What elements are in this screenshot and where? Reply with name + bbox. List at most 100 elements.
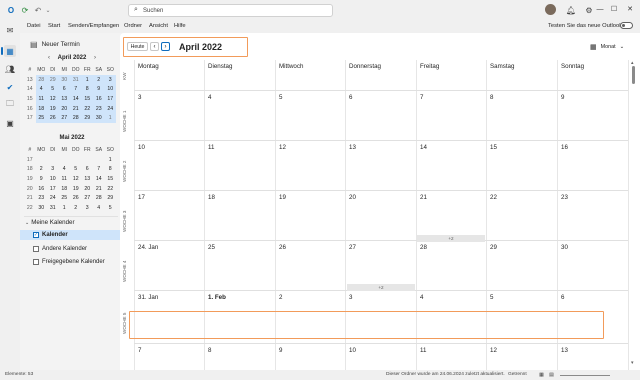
calendar-day[interactable]: 30 xyxy=(561,244,568,251)
mini-day[interactable]: 7 xyxy=(70,84,82,95)
mini-day[interactable]: 20 xyxy=(82,184,94,194)
mini-day[interactable]: 24 xyxy=(104,103,116,114)
mini-day[interactable]: 5 xyxy=(47,84,59,95)
mini-day[interactable]: 1 xyxy=(104,113,116,124)
more-events-indicator[interactable]: +2 xyxy=(347,284,415,291)
checkbox-checked-icon[interactable]: ✓ xyxy=(33,232,39,238)
mini-day[interactable]: 29 xyxy=(47,74,59,85)
calendar-day[interactable]: 12 xyxy=(279,144,286,151)
tasks-icon[interactable]: ✔ xyxy=(4,81,16,93)
chevron-down-icon[interactable]: ⌄ xyxy=(42,4,54,16)
mini-day[interactable]: 6 xyxy=(82,164,94,174)
mini-day[interactable]: 10 xyxy=(104,84,116,95)
mini-day[interactable]: 31 xyxy=(70,74,82,85)
maximize-icon[interactable]: ☐ xyxy=(608,3,620,15)
bell-icon[interactable]: 🔔︎ xyxy=(565,4,577,16)
calendar-day[interactable]: 4 xyxy=(208,94,211,101)
mini-day[interactable]: 17 xyxy=(104,94,116,104)
mini-day[interactable]: 28 xyxy=(70,113,82,124)
mini-day[interactable]: 7 xyxy=(93,164,105,174)
people-icon[interactable]: 👥︎ xyxy=(4,63,16,75)
calendar-day[interactable]: 28 xyxy=(420,244,427,251)
mini-day[interactable]: 3 xyxy=(104,74,116,85)
mini-day[interactable]: 10 xyxy=(47,174,59,184)
checkbox-icon[interactable] xyxy=(33,259,39,265)
calendar-day[interactable]: 6 xyxy=(349,94,352,101)
calendar-day[interactable]: 8 xyxy=(490,94,493,101)
mini-day[interactable]: 28 xyxy=(93,193,105,203)
mini-day[interactable]: 5 xyxy=(70,164,82,174)
mini-day[interactable]: 26 xyxy=(47,113,59,124)
mini-day[interactable]: 30 xyxy=(36,203,48,213)
calendar-day[interactable]: 24. Jan xyxy=(138,244,158,251)
new-event-button[interactable]: ▤ Neuer Termin xyxy=(30,39,80,49)
calendar-day[interactable]: 5 xyxy=(279,94,282,101)
mini-day[interactable]: 5 xyxy=(105,203,117,213)
mini-day[interactable]: 22 xyxy=(105,184,117,194)
mini-day[interactable]: 11 xyxy=(35,94,47,104)
calendar-day[interactable]: 4 xyxy=(420,294,423,301)
calendar-day[interactable]: 29 xyxy=(490,244,497,251)
reading-view-icon[interactable]: ▤ xyxy=(548,371,555,378)
calendar-day[interactable]: 26 xyxy=(279,244,286,251)
close-icon[interactable]: ✕ xyxy=(624,3,636,15)
checkbox-icon[interactable] xyxy=(33,246,39,252)
calendar-day[interactable]: 31. Jan xyxy=(138,294,158,301)
mini-day[interactable]: 21 xyxy=(93,184,105,194)
mini-day[interactable]: 22 xyxy=(81,103,93,114)
calendar-day[interactable]: 8 xyxy=(208,347,211,354)
mini-day[interactable]: 23 xyxy=(93,103,105,114)
menu-senden-empfangen[interactable]: Senden/Empfangen xyxy=(68,23,119,29)
new-outlook-toggle[interactable] xyxy=(620,22,633,29)
calendar-day[interactable]: 19 xyxy=(279,194,286,201)
mini-day[interactable]: 19 xyxy=(47,103,59,114)
mini-day[interactable]: 14 xyxy=(93,174,105,184)
calendar-day[interactable]: 22 xyxy=(490,194,497,201)
calendar-day[interactable]: 15 xyxy=(490,144,497,151)
mini-day[interactable]: 16 xyxy=(36,184,48,194)
menu-hilfe[interactable]: Hilfe xyxy=(174,23,186,29)
mini-day[interactable]: 15 xyxy=(81,94,93,104)
calendar-day[interactable]: 21 xyxy=(420,194,427,201)
mini-day[interactable]: 27 xyxy=(82,193,94,203)
menu-ordner[interactable]: Ordner xyxy=(124,23,142,29)
mini-day[interactable]: 13 xyxy=(82,174,94,184)
mini-day[interactable]: 20 xyxy=(58,103,70,114)
calendar-day[interactable]: 3 xyxy=(138,94,141,101)
mini-day[interactable]: 18 xyxy=(35,103,47,114)
mini-day[interactable]: 29 xyxy=(81,113,93,124)
calendar-day[interactable]: 14 xyxy=(420,144,427,151)
mini-day[interactable]: 25 xyxy=(59,193,71,203)
folder-icon[interactable]: 🗀 xyxy=(4,99,16,111)
avatar[interactable] xyxy=(545,4,556,15)
calendar-day[interactable]: 5 xyxy=(490,294,493,301)
mini-day[interactable]: 8 xyxy=(81,84,93,95)
mini-day[interactable]: 23 xyxy=(36,193,48,203)
prev-month-icon[interactable]: ‹ xyxy=(48,55,50,61)
calendar-day[interactable]: 16 xyxy=(561,144,568,151)
calendar-day[interactable]: 11 xyxy=(420,347,426,354)
mini-day[interactable]: 3 xyxy=(47,164,59,174)
mini-day[interactable]: 2 xyxy=(36,164,48,174)
mail-icon[interactable]: ✉ xyxy=(4,24,16,36)
mini-day[interactable]: 1 xyxy=(105,155,117,165)
calendar-day[interactable]: 20 xyxy=(349,194,356,201)
mini-day[interactable]: 26 xyxy=(70,193,82,203)
view-selector[interactable]: ▦ Monat ⌄ xyxy=(590,43,624,51)
calendar-day[interactable]: 13 xyxy=(349,144,356,151)
mini-day[interactable]: 21 xyxy=(70,103,82,114)
mini-day[interactable]: 14 xyxy=(70,94,82,104)
mini-day[interactable]: 12 xyxy=(70,174,82,184)
mini-day[interactable]: 4 xyxy=(35,84,47,95)
calendar-day[interactable]: 18 xyxy=(208,194,215,201)
calendar-day[interactable]: 1. Feb xyxy=(208,294,226,301)
menu-ansicht[interactable]: Ansicht xyxy=(149,23,168,29)
menu-start[interactable]: Start xyxy=(48,23,60,29)
sync-icon[interactable]: ⟳ xyxy=(19,4,31,16)
next-month-icon[interactable]: › xyxy=(94,55,96,61)
calendar-day[interactable]: 10 xyxy=(138,144,145,151)
calendar-item-kalender[interactable]: ✓ Kalender xyxy=(20,230,120,240)
mini-day[interactable]: 19 xyxy=(70,184,82,194)
mini-day[interactable]: 4 xyxy=(93,203,105,213)
calendar-day[interactable]: 11 xyxy=(208,144,214,151)
